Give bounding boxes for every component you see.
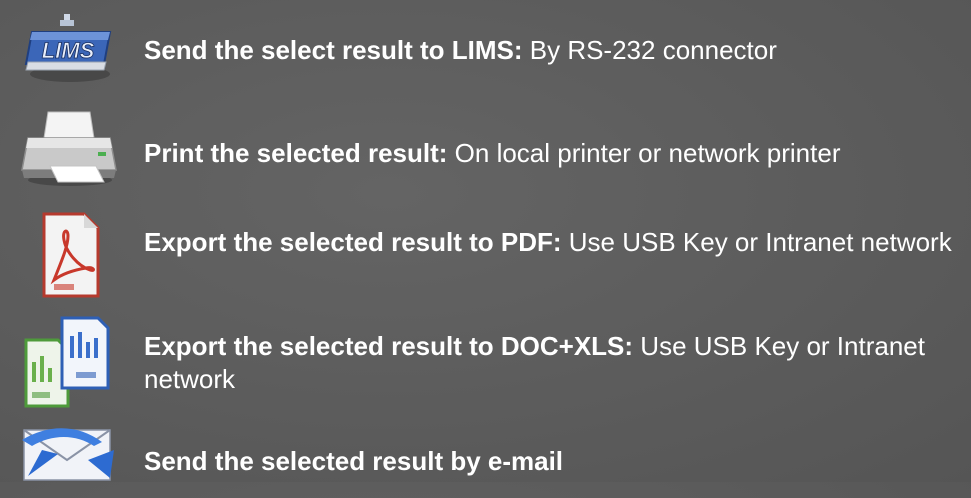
lims-option-title: Send the select result to LIMS: [144,35,523,65]
pdf-option-text: Export the selected result to PDF: Use U… [144,226,966,259]
lims-icon-label: LIMS [42,38,95,63]
pdf-option-title: Export the selected result to PDF: [144,227,562,257]
pdf-option-description: Use USB Key or Intranet network [568,227,952,257]
pdf-icon [18,210,118,298]
print-option-title: Print the selected result: [144,138,448,168]
doc-xls-option-title: Export the selected result to DOC+XLS: [144,331,634,361]
email-icon [18,420,118,498]
doc-xls-option-text: Export the selected result to DOC+XLS: U… [144,330,966,396]
email-option-title: Send the selected result by e-mail [144,446,564,476]
print-option-description: On local printer or network printer [454,138,841,168]
print-option-text: Print the selected result: On local prin… [144,137,967,170]
lims-icon: LIMS [18,14,118,92]
lims-option-text: Send the select result to LIMS: By RS-23… [144,34,967,67]
email-option-text: Send the selected result by e-mail [144,445,967,478]
doc-xls-icon [18,314,118,408]
printer-icon [18,108,118,186]
lims-option-description: By RS-232 connector [529,35,777,65]
